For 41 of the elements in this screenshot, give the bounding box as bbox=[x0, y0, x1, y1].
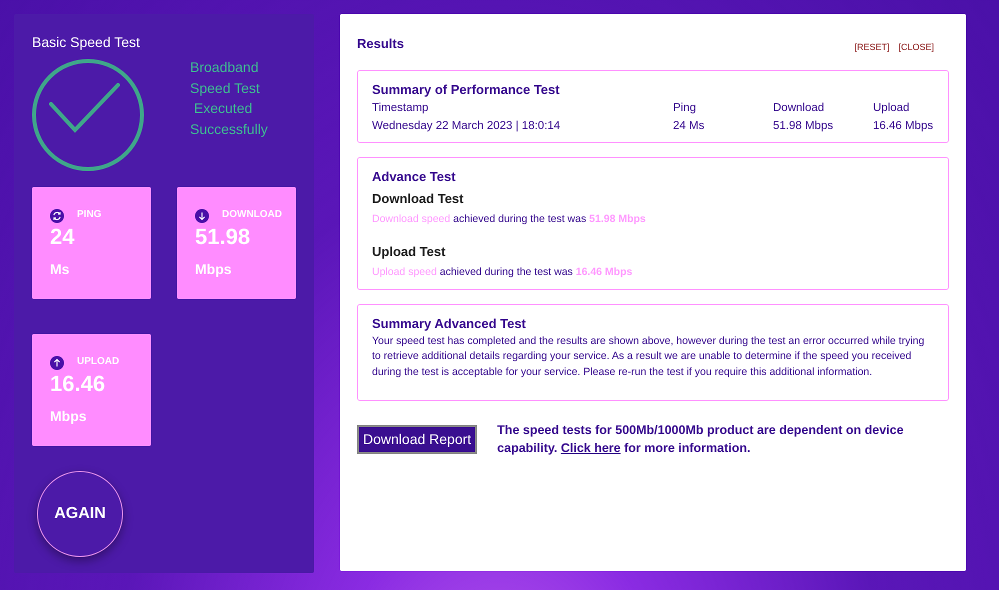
status-text: Executed bbox=[192, 99, 252, 118]
notice-text: The speed tests for 500Mb/1000Mb product are dependent on device capability. Click here for more information. bbox=[497, 422, 905, 457]
action-link[interactable]: [RESET] bbox=[854, 41, 890, 54]
stat-value: 24 bbox=[50, 225, 74, 249]
stat-value: 51.98 bbox=[195, 225, 250, 249]
refresh-icon bbox=[50, 209, 64, 223]
status-text: Speed Test bbox=[190, 78, 260, 98]
action-link[interactable]: [CLOSE] bbox=[898, 41, 934, 54]
stat-value: 16.46 bbox=[50, 372, 106, 396]
card-title: Summary Advanced Test bbox=[372, 315, 526, 333]
arrow-down-icon bbox=[195, 209, 209, 223]
stat-unit: Mbps bbox=[195, 260, 232, 279]
card-title: Summary of Performance Test bbox=[372, 80, 560, 99]
card-title: Advance Test bbox=[372, 168, 456, 186]
stat-label: DOWNLOAD bbox=[222, 208, 282, 222]
arrow-up-icon bbox=[50, 356, 64, 370]
stat-label: PING bbox=[77, 208, 102, 222]
column-header: Timestamp bbox=[372, 101, 428, 116]
column-header: Ping bbox=[673, 101, 696, 116]
download-report-button[interactable]: Download Report bbox=[357, 424, 478, 454]
table-cell-text: 24 Ms bbox=[673, 119, 704, 134]
test-title: Upload Test bbox=[372, 242, 446, 261]
check-circle-icon bbox=[32, 59, 144, 171]
results-title: Results bbox=[357, 35, 404, 53]
column-header: Download bbox=[773, 101, 824, 116]
click-here-link[interactable]: Click here bbox=[560, 441, 621, 455]
column-header: Upload bbox=[873, 101, 910, 116]
summary-paragraph: Your speed test has completed and the results are shown above, however during the test an error occurred while trying to retrieve additional details regarding your service. As a result we are unable to determine if the speed you received during the test is acceptable for your service. Please re-run the test if you require this additional information. bbox=[372, 334, 926, 380]
test-title: Download Test bbox=[372, 190, 464, 208]
stat-unit: Mbps bbox=[50, 407, 87, 426]
again-button[interactable]: AGAIN bbox=[37, 471, 123, 557]
status-text: Successfully bbox=[190, 120, 268, 139]
test-result-text: Download speed achieved during the test was 51.98 Mbps bbox=[372, 212, 646, 227]
test-result-text: Upload speed achieved during the test was 16.46 Mbps bbox=[372, 265, 632, 280]
table-cell-text: 16.46 Mbps bbox=[873, 119, 934, 134]
stat-label: UPLOAD bbox=[77, 355, 120, 369]
stat-unit: Ms bbox=[50, 260, 70, 279]
panel-title: Basic Speed Test bbox=[32, 33, 140, 52]
table-cell-text: 51.98 Mbps bbox=[773, 119, 834, 134]
table-cell-text: Wednesday 22 March 2023 | 18:0:14 bbox=[372, 119, 560, 134]
status-text: Broadband bbox=[190, 58, 259, 77]
